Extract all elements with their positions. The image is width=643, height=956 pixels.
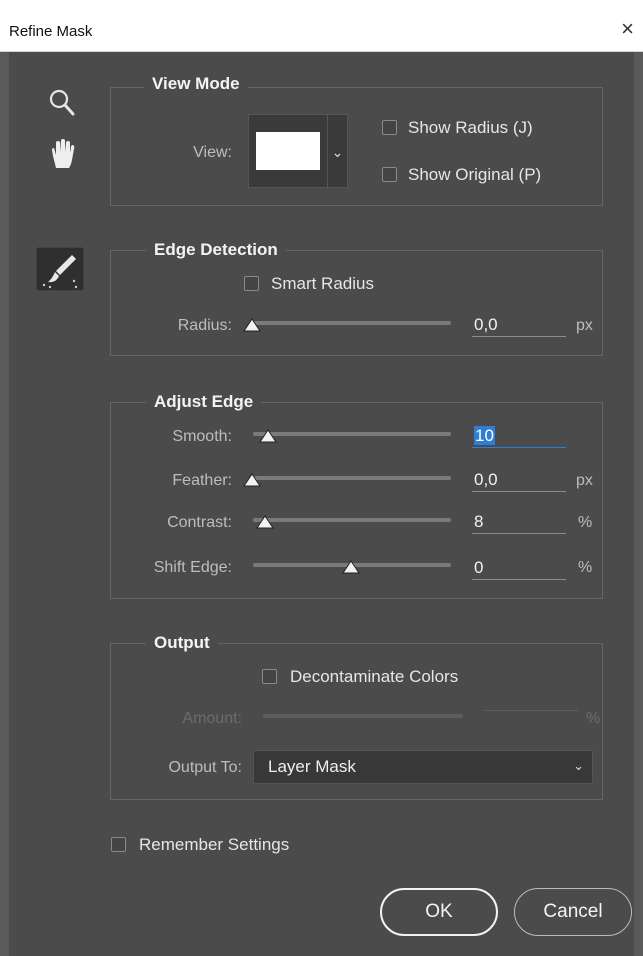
left-border xyxy=(0,52,9,956)
smooth-input[interactable]: 10 xyxy=(472,425,566,448)
output-heading: Output xyxy=(146,633,218,653)
radius-input[interactable]: 0,0 xyxy=(472,314,566,337)
output-to-value: Layer Mask xyxy=(268,757,356,776)
view-mode-heading: View Mode xyxy=(144,74,248,94)
show-radius-checkbox[interactable] xyxy=(382,120,397,135)
radius-slider[interactable] xyxy=(253,321,451,325)
view-preview[interactable] xyxy=(248,114,328,188)
remember-settings-label: Remember Settings xyxy=(139,835,290,854)
show-original-checkbox[interactable] xyxy=(382,167,397,182)
chevron-down-icon[interactable]: ⌄ xyxy=(328,114,348,188)
output-to-label: Output To: xyxy=(168,759,242,776)
radius-unit: px xyxy=(576,317,593,334)
amount-slider xyxy=(263,714,463,718)
chevron-down-icon: ⌄ xyxy=(573,758,584,773)
radius-label: Radius: xyxy=(177,317,232,334)
contrast-unit: % xyxy=(578,514,593,531)
smart-radius-checkbox[interactable] xyxy=(244,276,259,291)
edge-detection-group xyxy=(110,250,603,356)
hand-icon[interactable] xyxy=(48,138,78,170)
close-icon[interactable]: × xyxy=(621,18,634,40)
window-title: Refine Mask xyxy=(9,23,93,40)
amount-label: Amount: xyxy=(182,710,242,727)
title-bar: Refine Mask × xyxy=(0,0,643,52)
view-thumbnail xyxy=(256,132,320,170)
feather-label: Feather: xyxy=(172,472,232,489)
adjust-edge-heading: Adjust Edge xyxy=(146,392,262,412)
contrast-input[interactable]: 8 xyxy=(472,511,566,534)
shift-edge-unit: % xyxy=(578,559,593,576)
shift-edge-label: Shift Edge: xyxy=(153,559,232,576)
right-border xyxy=(634,52,643,956)
view-label: View: xyxy=(193,144,232,161)
shift-edge-input[interactable]: 0 xyxy=(472,557,566,580)
smart-radius-label: Smart Radius xyxy=(271,274,374,293)
remember-settings-checkbox[interactable] xyxy=(111,837,126,852)
decontaminate-checkbox[interactable] xyxy=(262,669,277,684)
decontaminate-label: Decontaminate Colors xyxy=(290,667,459,686)
output-to-dropdown[interactable]: Layer Mask ⌄ xyxy=(253,750,593,784)
smooth-value: 10 xyxy=(474,426,495,445)
amount-unit: % xyxy=(586,710,601,727)
show-original-label: Show Original (P) xyxy=(408,165,542,184)
amount-input xyxy=(484,710,578,711)
contrast-slider[interactable] xyxy=(253,518,451,522)
show-radius-label: Show Radius (J) xyxy=(408,118,533,137)
feather-unit: px xyxy=(576,472,593,489)
ok-button[interactable]: OK xyxy=(380,888,498,936)
smooth-label: Smooth: xyxy=(172,428,232,445)
contrast-label: Contrast: xyxy=(167,514,232,531)
feather-slider[interactable] xyxy=(253,476,451,480)
zoom-icon[interactable] xyxy=(48,88,76,118)
feather-input[interactable]: 0,0 xyxy=(472,469,566,492)
cancel-button[interactable]: Cancel xyxy=(514,888,632,936)
smooth-slider[interactable] xyxy=(253,432,451,436)
edge-detection-heading: Edge Detection xyxy=(146,240,286,260)
refine-radius-brush-icon[interactable] xyxy=(36,247,84,291)
